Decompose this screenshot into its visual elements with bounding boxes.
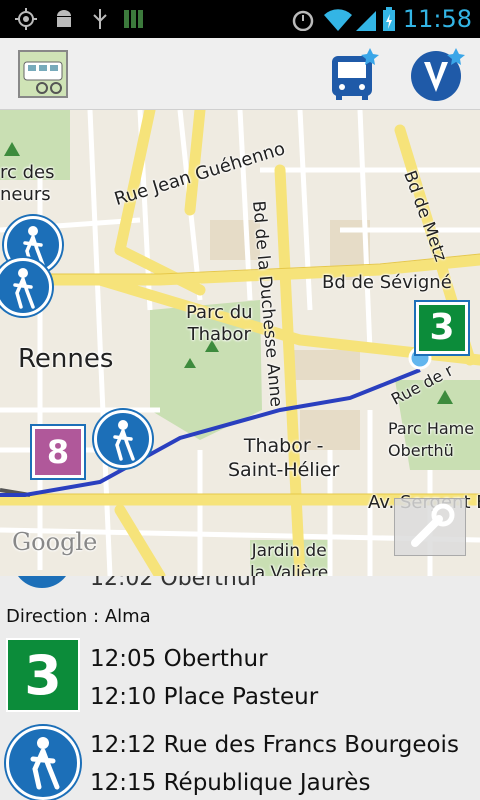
alarm-icon: [292, 10, 314, 31]
status-bar: 11:58: [0, 0, 480, 38]
bus-line-8-marker[interactable]: 8: [32, 426, 84, 478]
label-parc-des: rc des neurs: [0, 162, 55, 205]
label-bd-sevigne: Bd de Sévigné: [322, 272, 452, 293]
clock: 11:58: [402, 5, 472, 33]
itinerary-row: 12:10 Place Pasteur: [90, 684, 319, 710]
label-parc-thabor: Parc du Thabor: [186, 302, 253, 345]
android-debug-icon: [57, 10, 71, 27]
itinerary-panel[interactable]: 12:02 Oberthur Direction : Alma 3 12:05 …: [0, 576, 480, 800]
pedestrian-icon: [30, 737, 60, 790]
label-rennes: Rennes: [18, 344, 114, 374]
itinerary-row: 12:12 Rue des Francs Bourgeois: [90, 732, 459, 758]
v-star-icon: [411, 48, 465, 101]
pedestrian-icon: [113, 420, 135, 461]
bus-star-icon: [332, 48, 379, 100]
itinerary-row: 12:15 République Jaurès: [90, 770, 371, 796]
wrench-icon: [411, 503, 455, 547]
label-jardin: Jardin de la Valière: [250, 541, 329, 576]
signal-bars-icon: [124, 10, 143, 28]
app-logo-icon[interactable]: [18, 50, 68, 98]
direction-label: Direction : Alma: [6, 606, 151, 627]
battery-icon: [383, 7, 395, 31]
pedestrian-icon: [13, 268, 35, 309]
map-settings-button[interactable]: [394, 498, 466, 556]
cell-signal-icon: [356, 11, 376, 31]
label-parc-hame: Parc Hame Oberthü: [388, 419, 475, 460]
walk-step-icon: [6, 726, 80, 800]
walk-circle-cut: [12, 576, 72, 588]
route-map[interactable]: rc des neurs Rue Jean Guéhenno Bd de la …: [0, 110, 480, 576]
favorite-bus-button[interactable]: [328, 46, 380, 102]
itinerary-row: 12:05 Oberthur: [90, 646, 268, 672]
bus-line-3-badge: 3: [6, 638, 80, 712]
walk-marker[interactable]: [94, 410, 152, 468]
bus-line-3-marker[interactable]: 3: [416, 302, 468, 354]
itinerary-row: 12:02 Oberthur: [90, 576, 260, 591]
wifi-icon: [324, 9, 352, 31]
label-thabor-sh: Thabor - Saint-Hélier: [228, 435, 340, 481]
app-bar: [0, 38, 480, 110]
google-logo: Google: [12, 528, 98, 556]
gps-icon: [15, 8, 37, 30]
usb-icon: [93, 9, 107, 29]
favorite-bike-station-button[interactable]: [408, 46, 466, 102]
